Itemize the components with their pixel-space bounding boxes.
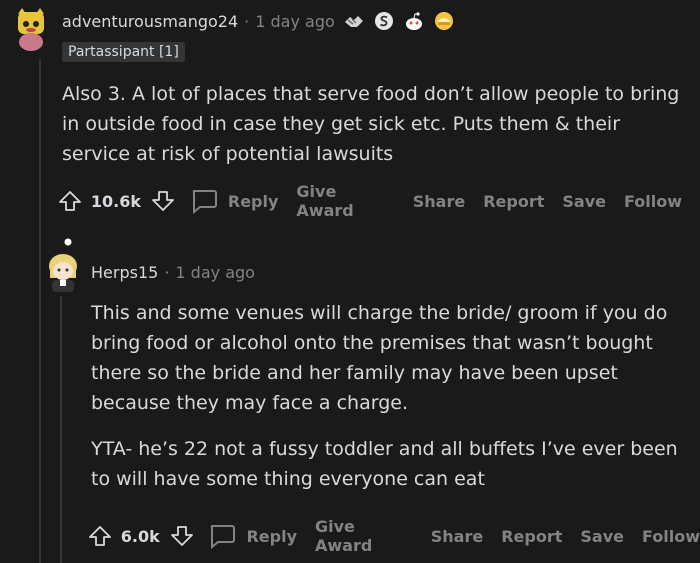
save-button[interactable]: Save [562, 192, 606, 211]
reply-label: Reply [246, 526, 297, 546]
separator-dot: · [244, 11, 250, 31]
upvote-arrow-icon[interactable] [88, 523, 113, 549]
awards-row[interactable] [343, 10, 455, 32]
follow-button[interactable]: Follow [642, 527, 700, 546]
comment-paragraph: YTA- he’s 22 not a fussy toddler and all… [91, 438, 678, 490]
comment-actions: 6.0k Reply Give Award Share Report Save … [88, 517, 700, 555]
comment-paragraph: This and some venues will charge the bri… [91, 302, 668, 414]
share-button[interactable]: Share [413, 192, 465, 211]
timestamp[interactable]: 1 day ago [255, 12, 335, 31]
give-award-button[interactable]: Give Award [296, 182, 394, 220]
chat-bubble-icon [211, 525, 236, 549]
user-flair: Partassipant [1] [62, 42, 185, 62]
comment-header: adventurousmango24 · 1 day ago [62, 10, 455, 32]
downvote-arrow-icon[interactable] [151, 188, 176, 214]
reply-label: Reply [227, 191, 279, 211]
reply-button[interactable]: Reply [208, 523, 297, 549]
reply-button[interactable]: Reply [190, 188, 279, 214]
report-button[interactable]: Report [501, 527, 562, 546]
share-button[interactable]: Share [431, 527, 483, 546]
chat-bubble-icon [192, 190, 217, 214]
helmet-award-icon[interactable] [433, 10, 455, 32]
comment-actions: 10.6k Reply Give Award Share Report Save… [58, 182, 700, 220]
comment-paragraph: Also 3. A lot of places that serve food … [62, 83, 680, 165]
comment-body: Also 3. A lot of places that serve food … [62, 79, 687, 169]
timestamp[interactable]: 1 day ago [175, 263, 255, 282]
thread-line-primary[interactable] [39, 60, 41, 563]
username[interactable]: Herps15 [91, 263, 158, 282]
comment-body: This and some venues will charge the bri… [91, 298, 691, 494]
downvote-arrow-icon[interactable] [170, 523, 195, 549]
separator-dot: · [164, 263, 170, 282]
report-button[interactable]: Report [483, 192, 544, 211]
handshake-award-icon[interactable] [343, 10, 365, 32]
username[interactable]: adventurousmango24 [62, 12, 238, 31]
follow-button[interactable]: Follow [624, 192, 682, 211]
comment-header: Herps15 · 1 day ago [91, 263, 255, 282]
silver-s-award-icon[interactable] [373, 10, 395, 32]
give-award-button[interactable]: Give Award [315, 517, 413, 555]
vote-score: 6.0k [120, 526, 160, 546]
save-button[interactable]: Save [580, 527, 624, 546]
upvote-arrow-icon[interactable] [58, 188, 83, 214]
snoo-award-icon[interactable] [403, 10, 425, 32]
vote-score: 10.6k [90, 191, 141, 211]
avatar[interactable] [38, 236, 88, 294]
thread-line-reply[interactable] [60, 296, 62, 563]
avatar[interactable] [8, 6, 54, 52]
